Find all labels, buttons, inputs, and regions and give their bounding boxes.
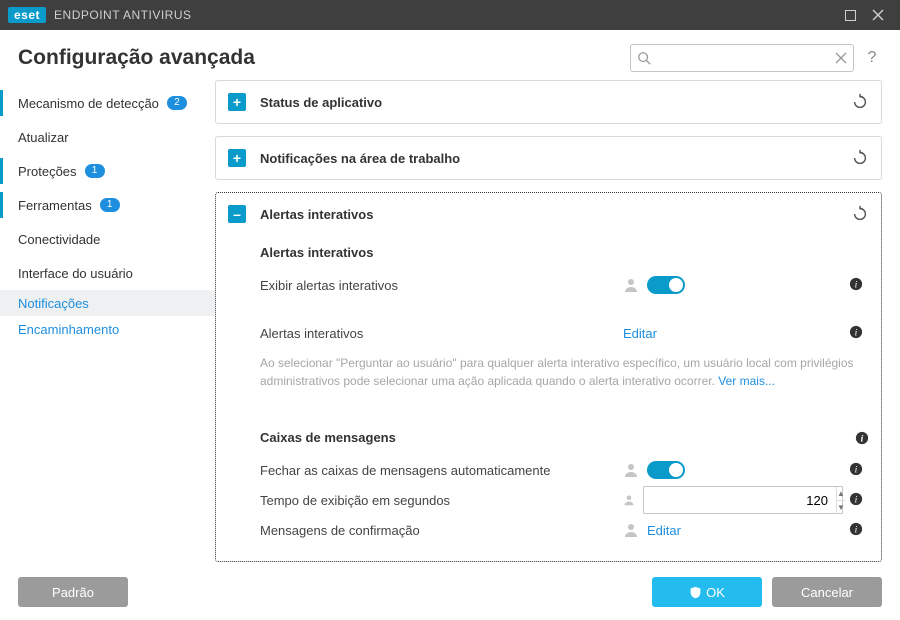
sidebar-badge: 1 (100, 198, 120, 212)
row-label: Mensagens de confirmação (260, 523, 623, 538)
sidebar-item-forwarding[interactable]: Encaminhamento (0, 316, 215, 342)
brand-logo: eset (8, 7, 46, 23)
sidebar-item-protections[interactable]: Proteções 1 (0, 154, 215, 188)
row-label: Alertas interativos (260, 326, 623, 341)
info-icon[interactable]: i (849, 492, 863, 506)
toggle-show-alerts[interactable] (647, 276, 685, 294)
sidebar-item-label: Encaminhamento (18, 322, 119, 337)
sidebar-item-ui[interactable]: Interface do usuário (0, 256, 215, 290)
svg-text:i: i (855, 524, 858, 535)
user-icon (623, 522, 639, 538)
toggle-auto-close[interactable] (647, 461, 685, 479)
maximize-button[interactable] (836, 1, 864, 29)
row-alerts-edit: Alertas interativos Editar i (260, 318, 869, 348)
row-label: Exibir alertas interativos (260, 278, 623, 293)
sidebar-item-update[interactable]: Atualizar (0, 120, 215, 154)
body: Mecanismo de detecção 2 Atualizar Proteç… (0, 80, 900, 564)
search-box[interactable] (630, 44, 854, 72)
edit-link-alerts[interactable]: Editar (623, 326, 657, 341)
header-row: Configuração avançada ? (0, 30, 900, 80)
group-heading-alerts: Alertas interativos (260, 245, 869, 260)
alerts-fineprint: Ao selecionar "Perguntar ao usuário" par… (260, 354, 869, 390)
help-button[interactable]: ? (862, 49, 882, 67)
sidebar-item-label: Notificações (18, 296, 89, 311)
close-button[interactable] (864, 1, 892, 29)
sidebar-item-detection[interactable]: Mecanismo de detecção 2 (0, 86, 215, 120)
sidebar: Mecanismo de detecção 2 Atualizar Proteç… (0, 80, 215, 564)
sidebar-item-label: Conectividade (18, 232, 100, 247)
section-header-desktop-notifications[interactable]: + Notificações na área de trabalho (216, 137, 881, 179)
timeout-input[interactable] (644, 493, 836, 508)
section-title: Alertas interativos (260, 207, 851, 222)
row-timeout: Tempo de exibição em segundos ▲ ▼ (260, 485, 869, 515)
svg-text:i: i (855, 494, 858, 505)
app-title: ENDPOINT ANTIVIRUS (54, 8, 191, 22)
info-icon[interactable]: i (849, 277, 863, 291)
section-app-status: + Status de aplicativo (215, 80, 882, 124)
search-wrap: ? (630, 44, 882, 72)
section-interactive-alerts: – Alertas interativos Alertas interativo… (215, 192, 882, 562)
svg-text:i: i (855, 327, 858, 338)
section-header-interactive-alerts[interactable]: – Alertas interativos (216, 193, 881, 235)
section-header-app-status[interactable]: + Status de aplicativo (216, 81, 881, 123)
user-icon (623, 492, 635, 508)
clear-search-icon[interactable] (835, 52, 847, 64)
revert-icon[interactable] (851, 149, 869, 167)
svg-text:i: i (861, 433, 864, 444)
search-icon (637, 51, 651, 65)
sidebar-item-connectivity[interactable]: Conectividade (0, 222, 215, 256)
cancel-button[interactable]: Cancelar (772, 577, 882, 607)
section-desktop-notifications: + Notificações na área de trabalho (215, 136, 882, 180)
sidebar-item-notifications[interactable]: Notificações (0, 290, 215, 316)
info-icon[interactable]: i (849, 522, 863, 536)
info-icon[interactable]: i (855, 431, 869, 445)
section-title: Notificações na área de trabalho (260, 151, 851, 166)
sidebar-item-label: Interface do usuário (18, 266, 133, 281)
collapse-icon: – (228, 205, 246, 223)
search-input[interactable] (651, 50, 835, 67)
ok-button-label: OK (706, 585, 725, 600)
info-icon[interactable]: i (849, 325, 863, 339)
svg-text:i: i (855, 464, 858, 475)
window: eset ENDPOINT ANTIVIRUS Configuração ava… (0, 0, 900, 620)
timeout-stepper[interactable]: ▲ ▼ (643, 486, 843, 514)
see-more-link[interactable]: Ver mais... (718, 374, 775, 388)
row-auto-close: Fechar as caixas de mensagens automatica… (260, 455, 869, 485)
titlebar: eset ENDPOINT ANTIVIRUS (0, 0, 900, 30)
row-confirm-msgs: Mensagens de confirmação Editar i (260, 515, 869, 545)
section-title: Status de aplicativo (260, 95, 851, 110)
sidebar-item-label: Ferramentas (18, 198, 92, 213)
row-show-alerts: Exibir alertas interativos i (260, 270, 869, 300)
section-body: Alertas interativos Exibir alertas inter… (216, 245, 881, 561)
maximize-icon (845, 10, 856, 21)
content: + Status de aplicativo + Notificações na… (215, 80, 900, 564)
close-icon (872, 9, 884, 21)
edit-link-confirm[interactable]: Editar (647, 523, 681, 538)
user-icon (623, 277, 639, 293)
svg-text:i: i (855, 279, 858, 290)
ok-button[interactable]: OK (652, 577, 762, 607)
user-icon (623, 462, 639, 478)
sidebar-badge: 2 (167, 96, 187, 110)
default-button[interactable]: Padrão (18, 577, 128, 607)
revert-icon[interactable] (851, 93, 869, 111)
sidebar-item-label: Mecanismo de detecção (18, 96, 159, 111)
expand-icon: + (228, 93, 246, 111)
sidebar-item-tools[interactable]: Ferramentas 1 (0, 188, 215, 222)
shield-icon (689, 586, 702, 599)
footer: Padrão OK Cancelar (0, 564, 900, 620)
revert-icon[interactable] (851, 205, 869, 223)
page-title: Configuração avançada (18, 46, 630, 70)
group-heading-msgbox: Caixas de mensagens i (260, 430, 869, 445)
sidebar-badge: 1 (85, 164, 105, 178)
info-icon[interactable]: i (849, 462, 863, 476)
row-label: Tempo de exibição em segundos (260, 493, 623, 508)
expand-icon: + (228, 149, 246, 167)
sidebar-item-label: Atualizar (18, 130, 69, 145)
row-label: Fechar as caixas de mensagens automatica… (260, 463, 623, 478)
sidebar-item-label: Proteções (18, 164, 77, 179)
